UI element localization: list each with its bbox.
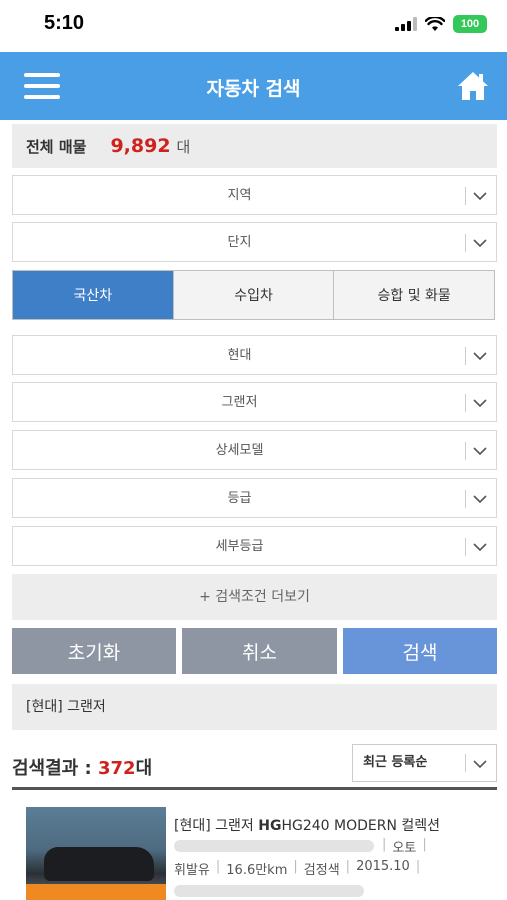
sort-select-label: 최근 등록순: [363, 755, 428, 770]
home-icon[interactable]: [457, 70, 489, 102]
spec-separator: |: [382, 837, 387, 852]
status-bar: 5:10 100: [0, 0, 507, 52]
select-divider: [465, 442, 466, 460]
battery-icon: 100: [453, 15, 487, 33]
select-divider: [465, 394, 466, 412]
detail-model-select[interactable]: 상세모델: [12, 430, 497, 470]
results-header: 검색결과 : 372대 최근 등록순: [12, 742, 497, 790]
results-label: 검색결과 :: [12, 758, 98, 779]
select-divider: [465, 754, 466, 772]
listing-item[interactable]: [현대] 그랜저 HGHG240 MODERN 컬렉션 | 오토 | 휘발유 |…: [12, 795, 497, 900]
spec-separator: |: [293, 859, 298, 874]
status-icons: 100: [395, 14, 487, 34]
select-divider: [465, 538, 466, 556]
select-divider: [465, 490, 466, 508]
listing-transmission-row: | 오토 |: [382, 837, 427, 856]
blurred-text: [174, 840, 374, 852]
complex-select-label: 단지: [227, 235, 252, 250]
sort-select[interactable]: 최근 등록순: [352, 744, 497, 782]
total-label: 전체 매물: [26, 137, 87, 156]
listing-transmission: 오토: [392, 841, 417, 856]
chevron-down-icon: [473, 447, 487, 456]
tab-domestic[interactable]: 국산차: [13, 271, 173, 319]
listing-color: 검정색: [303, 863, 340, 878]
grade-select-label: 등급: [227, 491, 252, 506]
reset-button[interactable]: 초기화: [12, 628, 176, 674]
selected-filter-summary: [현대] 그랜저: [12, 684, 497, 730]
region-select[interactable]: 지역: [12, 175, 497, 215]
listing-title-model: HG: [258, 818, 282, 834]
chevron-down-icon: [473, 760, 487, 769]
detail-grade-select[interactable]: 세부등급: [12, 526, 497, 566]
listing-fuel: 휘발유: [174, 863, 210, 878]
model-select-label: 그랜저: [221, 395, 258, 410]
spec-separator: |: [345, 859, 351, 874]
listing-title[interactable]: [현대] 그랜저 HGHG240 MODERN 컬렉션: [174, 815, 440, 835]
total-listings: 전체 매물 9,892 대: [12, 124, 497, 168]
grade-select[interactable]: 등급: [12, 478, 497, 518]
select-divider: [465, 187, 466, 205]
listing-year: 2015.10: [356, 859, 410, 874]
total-unit: 대: [176, 137, 191, 156]
origin-tabs: 국산차 수입차 승합 및 화물: [12, 270, 495, 320]
chevron-down-icon: [473, 543, 487, 552]
detail-grade-select-label: 세부등급: [215, 539, 264, 554]
spec-separator: |: [215, 859, 221, 874]
chevron-down-icon: [473, 495, 487, 504]
tab-imported[interactable]: 수입차: [172, 271, 334, 319]
chevron-down-icon: [473, 192, 487, 201]
detail-model-select-label: 상세모델: [215, 443, 264, 458]
chevron-down-icon: [473, 239, 487, 248]
status-time: 5:10: [44, 12, 85, 34]
results-count: 372: [97, 758, 136, 779]
car-image: [44, 847, 154, 881]
signal-icon: [395, 17, 417, 31]
wifi-icon: [425, 16, 445, 31]
thumbnail-badge: [26, 884, 166, 900]
results-unit: 대: [135, 758, 153, 779]
results-title: 검색결과 : 372대: [12, 754, 152, 780]
page-title: 자동차 검색: [206, 78, 301, 100]
complex-select[interactable]: 단지: [12, 222, 497, 262]
total-count: 9,892: [110, 135, 171, 157]
app-bar: 자동차 검색: [0, 52, 507, 120]
region-select-label: 지역: [227, 188, 252, 203]
blurred-text: [174, 885, 364, 897]
battery-level: 100: [460, 18, 480, 30]
maker-select[interactable]: 현대: [12, 335, 497, 375]
listing-specs: 휘발유 | 16.6만km | 검정색 | 2015.10 |: [174, 859, 420, 878]
listing-mileage: 16.6만km: [226, 863, 288, 878]
car-thumbnail[interactable]: [26, 807, 166, 900]
listing-title-prefix: [현대] 그랜저: [174, 818, 259, 834]
search-button[interactable]: 검색: [343, 628, 497, 674]
listing-title-rest: HG240 MODERN 컬렉션: [281, 818, 441, 834]
spec-separator: |: [415, 859, 421, 874]
model-select[interactable]: 그랜저: [12, 382, 497, 422]
select-divider: [465, 234, 466, 252]
spec-separator: |: [422, 837, 427, 852]
chevron-down-icon: [473, 352, 487, 361]
more-conditions-button[interactable]: + 검색조건 더보기: [12, 574, 497, 620]
cancel-button[interactable]: 취소: [182, 628, 337, 674]
select-divider: [465, 347, 466, 365]
tab-van-truck[interactable]: 승합 및 화물: [333, 271, 495, 319]
chevron-down-icon: [473, 399, 487, 408]
maker-select-label: 현대: [227, 348, 252, 363]
